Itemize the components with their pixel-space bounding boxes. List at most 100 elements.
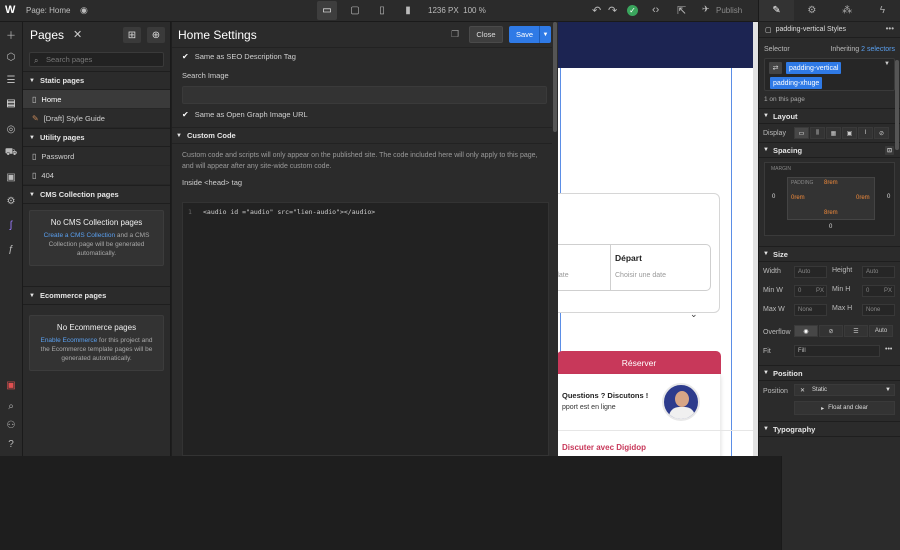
large-breakpoint-icon[interactable]: ▢ bbox=[345, 1, 365, 20]
pages-icon[interactable]: ▤ bbox=[4, 96, 18, 110]
code-icon[interactable]: ‹› bbox=[652, 4, 659, 16]
add-folder-icon[interactable]: ⊞ bbox=[123, 27, 141, 43]
display-block-icon[interactable]: ▭ bbox=[794, 127, 809, 139]
spacing-mode-icon[interactable]: ⊡ bbox=[885, 146, 894, 155]
display-inline-icon[interactable]: I bbox=[858, 127, 873, 139]
users-icon[interactable]: ⚇ bbox=[4, 418, 18, 432]
interactions-icon[interactable]: ϟ bbox=[865, 0, 900, 21]
more-icon[interactable]: ••• bbox=[886, 24, 894, 33]
spacing-editor[interactable]: MARGIN 0 0 0 PADDING 8rem 0rem 0rem 8rem bbox=[764, 162, 895, 236]
static-pages-header[interactable]: ▼ Static pages bbox=[23, 71, 170, 90]
ecommerce-icon[interactable]: ⛟ bbox=[4, 146, 18, 160]
overflow-scroll-icon[interactable]: ☰ bbox=[844, 325, 868, 337]
spacing-header[interactable]: ▼ Spacing ⊡ bbox=[759, 142, 900, 158]
ecommerce-pages-header[interactable]: ▼ Ecommerce pages bbox=[23, 286, 170, 305]
selector-field[interactable]: ⇄ padding-vertical padding-xhuge ▼ bbox=[764, 58, 895, 91]
max-height-input[interactable]: None bbox=[862, 304, 895, 316]
style-manager-icon[interactable]: ⁂ bbox=[830, 0, 865, 21]
display-grid-icon[interactable]: ▦ bbox=[826, 127, 841, 139]
style-panel-scrollbar[interactable] bbox=[895, 60, 899, 150]
settings-gear-icon[interactable]: ⚙ bbox=[4, 194, 18, 208]
add-elements-icon[interactable]: ＋ bbox=[4, 27, 18, 42]
display-none-icon[interactable]: ⊘ bbox=[874, 127, 889, 139]
desktop-breakpoint-icon[interactable]: ▭ bbox=[317, 1, 337, 20]
height-input[interactable]: Auto bbox=[862, 266, 895, 278]
help-icon[interactable]: ? bbox=[4, 437, 18, 451]
current-page-label[interactable]: Page: Home bbox=[26, 6, 70, 15]
page-item-home[interactable]: ▯ Home ⌂ › bbox=[23, 90, 900, 550]
symbols-icon[interactable]: ⬡ bbox=[4, 50, 18, 64]
publish-button[interactable]: Publish bbox=[716, 6, 742, 15]
margin-bottom-value[interactable]: 0 bbox=[829, 224, 832, 230]
style-brush-icon[interactable]: ✎ bbox=[759, 0, 795, 21]
duplicate-icon[interactable]: ❐ bbox=[451, 29, 459, 40]
fonts-icon[interactable]: ƒ bbox=[4, 242, 18, 256]
utility-pages-header[interactable]: ▼ Utility pages bbox=[23, 128, 170, 147]
width-input[interactable]: Auto bbox=[794, 266, 827, 278]
same-as-seo-checkbox[interactable]: ✔ Same as SEO Description Tag bbox=[182, 48, 547, 65]
overflow-auto-button[interactable]: Auto bbox=[869, 325, 893, 337]
search-image-field[interactable] bbox=[182, 86, 547, 104]
page-item-style-guide[interactable]: ✎ [Draft] Style Guide bbox=[23, 109, 170, 128]
search-icon[interactable]: ⌕ bbox=[4, 399, 18, 413]
selected-section-frame[interactable]: date Départ Choisir une date ⌄ Réserver … bbox=[558, 68, 732, 456]
logic-icon[interactable]: ʃ bbox=[4, 218, 18, 232]
reserver-button[interactable]: Réserver bbox=[558, 351, 721, 374]
padding-top-value[interactable]: 8rem bbox=[824, 180, 838, 186]
cms-icon[interactable]: ◎ bbox=[4, 122, 18, 136]
code-line[interactable]: <audio id ="audio" src="lien-audio"></au… bbox=[203, 208, 375, 216]
class-tag-padding-vertical[interactable]: padding-vertical bbox=[786, 62, 842, 74]
padding-bottom-value[interactable]: 8rem bbox=[824, 210, 838, 216]
size-header[interactable]: ▼ Size bbox=[759, 246, 900, 262]
cms-pages-header[interactable]: ▼ CMS Collection pages bbox=[23, 185, 170, 204]
discuss-link[interactable]: Discuter avec Digidop bbox=[562, 443, 646, 452]
add-page-icon[interactable]: ⊕ bbox=[147, 27, 165, 43]
more-icon[interactable]: ••• bbox=[885, 346, 892, 353]
export-icon[interactable]: ⇱ bbox=[677, 4, 686, 17]
class-tag-padding-xhuge[interactable]: padding-xhuge bbox=[770, 77, 823, 89]
same-as-og-checkbox[interactable]: ✔ Same as Open Graph Image URL bbox=[182, 106, 547, 123]
min-height-input[interactable]: 0 PX bbox=[862, 285, 895, 297]
typography-header[interactable]: ▼ Typography bbox=[759, 421, 900, 437]
position-header[interactable]: ▼ Position bbox=[759, 365, 900, 381]
layout-header[interactable]: ▼ Layout bbox=[759, 108, 900, 124]
settings-gear-icon[interactable]: ⚙ bbox=[794, 0, 829, 21]
webflow-logo[interactable]: W bbox=[5, 4, 15, 16]
redo-icon[interactable]: ↷ bbox=[608, 4, 617, 17]
overflow-hidden-icon[interactable]: ⊘ bbox=[819, 325, 843, 337]
display-flex-icon[interactable]: ⫼ bbox=[810, 127, 825, 139]
page-item-password[interactable]: ▯ Password bbox=[23, 147, 170, 166]
close-icon[interactable]: ✕ bbox=[73, 28, 82, 41]
enable-ecommerce-link[interactable]: Enable Ecommerce bbox=[40, 337, 97, 344]
chevron-down-icon[interactable]: ▼ bbox=[884, 61, 890, 67]
class-icon[interactable]: ⇄ bbox=[769, 62, 782, 74]
page-item-404[interactable]: ▯ 404 bbox=[23, 166, 170, 185]
create-cms-collection-link[interactable]: Create a CMS Collection bbox=[44, 232, 116, 239]
date-range-box[interactable]: date Départ Choisir une date bbox=[558, 244, 711, 291]
margin-right-value[interactable]: 0 bbox=[887, 194, 890, 200]
record-icon[interactable]: ▣ bbox=[4, 378, 18, 392]
close-button[interactable]: Close bbox=[469, 26, 503, 43]
padding-right-value[interactable]: 0rem bbox=[856, 195, 870, 201]
inheriting-link[interactable]: 2 selectors bbox=[861, 46, 895, 53]
chevron-down-icon[interactable]: ▼ bbox=[539, 26, 551, 43]
scrollbar-thumb[interactable] bbox=[553, 22, 557, 132]
preview-eye-icon[interactable]: ◉ bbox=[80, 5, 88, 16]
overflow-visible-icon[interactable]: ◉ bbox=[794, 325, 818, 337]
padding-left-value[interactable]: 0rem bbox=[791, 195, 805, 201]
float-and-clear-button[interactable]: ▸ Float and clear bbox=[794, 401, 895, 415]
position-select[interactable]: ✕ Static ▼ bbox=[794, 384, 895, 396]
max-width-input[interactable]: None bbox=[794, 304, 827, 316]
publish-icon[interactable]: ✈ bbox=[702, 4, 710, 15]
fit-select[interactable]: Fill bbox=[794, 345, 880, 357]
search-pages-input[interactable]: ⌕ Search pages bbox=[29, 52, 164, 67]
navigator-icon[interactable]: ☰ bbox=[4, 73, 18, 87]
head-code-editor[interactable]: 1 <audio id ="audio" src="lien-audio"></… bbox=[182, 202, 549, 456]
design-canvas[interactable]: date Départ Choisir une date ⌄ Réserver … bbox=[558, 22, 758, 456]
tablet-breakpoint-icon[interactable]: ▯ bbox=[372, 1, 392, 20]
chevron-down-icon[interactable]: ⌄ bbox=[690, 309, 698, 320]
undo-icon[interactable]: ↶ bbox=[592, 4, 601, 17]
margin-left-value[interactable]: 0 bbox=[772, 194, 775, 200]
min-width-input[interactable]: 0 PX bbox=[794, 285, 827, 297]
save-button[interactable]: Save ▼ bbox=[509, 26, 551, 43]
